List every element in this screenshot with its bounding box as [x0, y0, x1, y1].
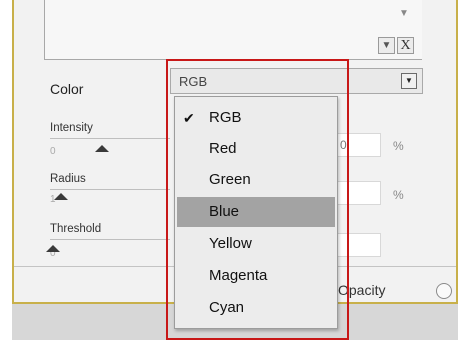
- scroll-down-icon[interactable]: ▼: [399, 8, 409, 19]
- scroll-down-button[interactable]: ▼: [378, 37, 395, 54]
- radius-unit: %: [393, 188, 404, 202]
- intensity-min-tick: 0: [50, 146, 56, 157]
- text-area[interactable]: [44, 0, 422, 60]
- intensity-slider-track[interactable]: [50, 138, 170, 139]
- radius-label: Radius: [50, 173, 86, 185]
- opacity-radio[interactable]: [436, 283, 452, 299]
- radius-slider-track[interactable]: [50, 189, 170, 190]
- threshold-label: Threshold: [50, 223, 102, 235]
- highlight-frame: [166, 59, 349, 340]
- threshold-slider-thumb[interactable]: [46, 245, 60, 252]
- radius-slider-thumb[interactable]: [54, 193, 68, 200]
- close-button[interactable]: X: [397, 37, 414, 54]
- chevron-down-icon[interactable]: ▼: [401, 73, 417, 89]
- intensity-unit: %: [393, 139, 404, 153]
- threshold-slider-track[interactable]: [50, 239, 170, 240]
- intensity-label: Intensity: [50, 122, 93, 134]
- color-label: Color: [50, 81, 84, 97]
- intensity-slider-thumb[interactable]: [95, 145, 109, 152]
